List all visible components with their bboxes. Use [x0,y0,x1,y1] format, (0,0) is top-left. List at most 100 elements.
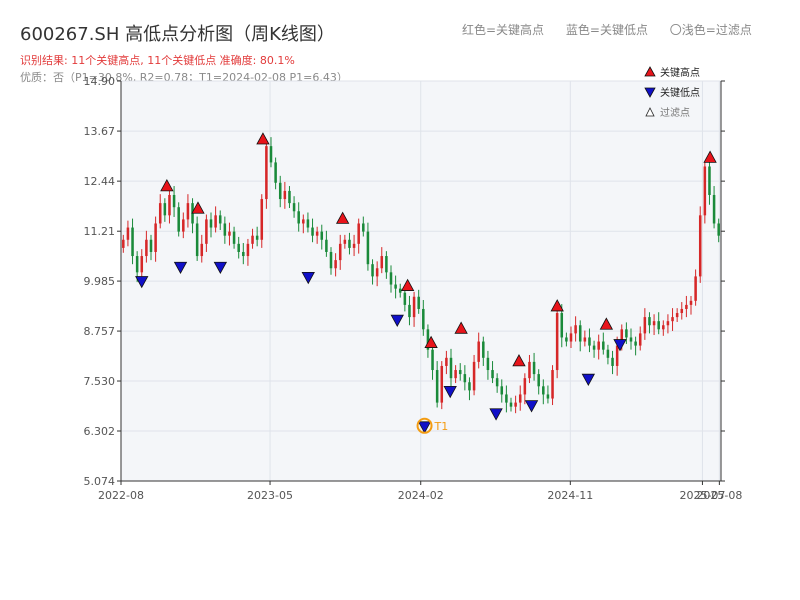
candle-body [648,317,651,326]
candle-body [652,321,656,326]
candle-body [629,337,633,342]
candle-body [366,231,370,265]
candle-body [578,325,582,342]
candle-body [440,365,444,403]
y-tick-label: 7.530 [84,375,116,388]
candle-body [597,341,600,350]
candle-body [223,223,227,236]
candle-body [431,349,434,371]
y-tick-label: 11.21 [84,225,116,238]
candle-body [657,321,660,330]
candle-body [565,337,568,342]
candle-body [242,251,245,257]
candle-body [671,317,674,322]
candle-body [712,194,716,224]
candle-body [689,300,693,305]
candle-body [329,251,333,269]
candle-body [680,308,684,314]
candle-body [523,378,527,395]
candle-body [398,288,402,293]
candle-body [500,386,504,395]
candle-body [528,361,531,379]
candle-body [574,325,577,334]
candle-body [269,146,273,163]
candle-body [412,296,416,318]
candle-body [302,219,305,224]
candle-body [122,239,125,248]
candle-body [265,146,268,200]
candle-body [698,215,702,277]
x-tick-label: 2024-02 [398,489,444,502]
legend-filtered-label: 过滤点 [660,106,690,119]
candle-body [422,308,425,330]
candle-body [505,394,508,403]
candle-body [675,313,679,318]
candle-body [274,162,277,183]
candle-body [380,256,384,269]
candle-body [662,325,665,330]
candle-body [546,394,550,399]
candle-body [486,357,490,371]
candle-body [325,239,328,252]
candle-body [237,243,240,252]
candle-body [158,203,162,224]
y-tick-label: 14.90 [84,75,116,88]
candle-body [537,374,540,387]
candle-body [214,215,217,228]
legend-high-icon [644,66,656,77]
candle-body [685,304,688,309]
candle-body [334,260,337,269]
candle-body [708,166,711,195]
candle-body [126,227,130,240]
x-tick-label: 2025-08 [696,489,742,502]
y-tick-label: 9.985 [84,275,116,288]
y-tick-label: 8.757 [84,325,116,338]
candle-body [371,264,374,277]
candle-body [338,243,342,261]
candle-body [320,231,324,240]
candle-body [463,374,467,383]
candle-body [292,203,296,212]
candle-body [357,223,360,244]
candle-body [615,345,619,366]
candle-body [135,256,139,273]
candle-body [717,223,720,236]
candle-body [394,284,397,289]
candle-body [703,166,707,216]
y-tick-label: 6.302 [84,425,116,438]
candle-body [205,219,208,244]
t1-label: T1 [434,420,449,433]
candle-body [288,190,291,204]
candle-body [385,256,388,273]
candle-body [518,394,522,403]
candle-body [509,402,513,407]
candle-body [297,211,300,224]
y-tick-label: 12.44 [84,175,116,188]
candle-body [694,276,697,301]
x-tick-label: 2023-05 [247,489,293,502]
candle-body [140,256,144,273]
candle-body [555,313,559,371]
candle-body [611,357,614,366]
candle-body [251,235,254,244]
candle-body [260,199,264,240]
x-tick-label: 2024-11 [547,489,593,502]
candlestick-chart: T1 14.90 13.67 12.44 11.21 9.985 8.757 7.530 6.… [84,66,743,502]
candle-body [228,231,231,236]
candle-body [389,272,393,285]
candle-body [491,370,494,379]
candle-body [666,321,670,326]
candle-body [458,370,462,375]
candle-body [232,231,236,244]
candle-body [343,239,347,244]
candle-body [149,239,153,252]
candle-body [445,357,448,366]
candle-body [551,370,554,399]
y-tick-label: 5.074 [84,475,116,488]
candle-body [560,313,564,338]
candle-body [532,361,536,375]
candle-body [606,349,610,358]
candle-body [643,317,647,334]
candle-body [454,370,457,379]
candle-body [182,219,185,232]
